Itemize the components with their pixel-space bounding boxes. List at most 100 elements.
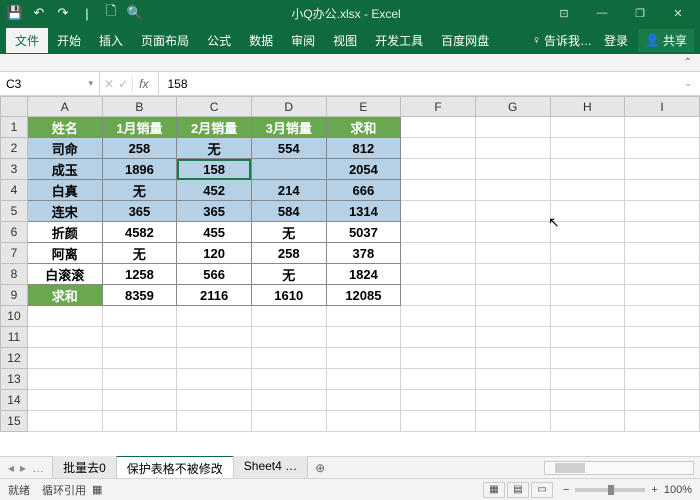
cell[interactable]: 378 <box>326 243 401 264</box>
worksheet-grid[interactable]: ABCDEFGHI 1姓名1月销量2月销量3月销量求和2司命258无554812… <box>0 96 700 456</box>
cell[interactable] <box>625 348 700 369</box>
tell-me-button[interactable]: ♀ 告诉我… <box>526 30 598 51</box>
tab-view[interactable]: 视图 <box>324 28 366 53</box>
cell[interactable] <box>625 138 700 159</box>
cell[interactable]: 1824 <box>326 264 401 285</box>
row-header[interactable]: 10 <box>1 306 28 327</box>
fx-icon[interactable]: fx <box>132 77 154 91</box>
cell[interactable] <box>625 285 700 306</box>
formula-input[interactable]: 158 ⌄ <box>158 72 700 95</box>
cell[interactable]: 120 <box>177 243 252 264</box>
row-header[interactable]: 2 <box>1 138 28 159</box>
cell[interactable] <box>401 411 476 432</box>
zoom-slider[interactable] <box>575 488 645 492</box>
view-pagelayout-icon[interactable]: ▤ <box>507 482 529 498</box>
row-header[interactable]: 5 <box>1 201 28 222</box>
cell[interactable]: 阿离 <box>27 243 102 264</box>
signin-button[interactable]: 登录 <box>598 30 634 51</box>
cell[interactable]: 365 <box>102 201 177 222</box>
cell[interactable] <box>550 138 625 159</box>
cell[interactable]: 白真 <box>27 180 102 201</box>
cell[interactable] <box>625 390 700 411</box>
cell[interactable] <box>27 327 102 348</box>
row-header[interactable]: 14 <box>1 390 28 411</box>
cell[interactable] <box>401 327 476 348</box>
sheet-prev-icon[interactable]: ◂ <box>8 461 14 475</box>
column-header[interactable]: F <box>401 97 476 117</box>
cell[interactable] <box>475 390 550 411</box>
cell[interactable] <box>326 390 401 411</box>
cell[interactable] <box>27 411 102 432</box>
cell[interactable]: 求和 <box>326 117 401 138</box>
tab-dev[interactable]: 开发工具 <box>366 28 432 53</box>
cell[interactable]: 1月销量 <box>102 117 177 138</box>
cell[interactable] <box>625 411 700 432</box>
cell[interactable] <box>550 264 625 285</box>
cell[interactable]: 无 <box>102 180 177 201</box>
cell[interactable] <box>625 369 700 390</box>
zoom-knob[interactable] <box>608 485 614 495</box>
cell[interactable] <box>401 243 476 264</box>
view-pagebreak-icon[interactable]: ▭ <box>531 482 553 498</box>
row-header[interactable]: 7 <box>1 243 28 264</box>
cell[interactable] <box>475 411 550 432</box>
cell[interactable]: 8359 <box>102 285 177 306</box>
cell[interactable]: 452 <box>177 180 252 201</box>
cell[interactable] <box>177 411 252 432</box>
cell[interactable] <box>27 390 102 411</box>
cell[interactable] <box>550 327 625 348</box>
confirm-icon[interactable]: ✓ <box>118 77 128 91</box>
tab-file[interactable]: 文件 <box>6 28 48 53</box>
cell[interactable]: 无 <box>251 264 326 285</box>
restore-icon[interactable]: ❐ <box>622 2 658 24</box>
tab-data[interactable]: 数据 <box>240 28 282 53</box>
cell[interactable] <box>550 222 625 243</box>
cell[interactable] <box>625 327 700 348</box>
cell[interactable]: 连宋 <box>27 201 102 222</box>
select-all-corner[interactable] <box>1 97 28 117</box>
horizontal-scrollbar[interactable] <box>544 461 694 475</box>
cell[interactable] <box>251 159 326 180</box>
cell[interactable] <box>625 243 700 264</box>
cell[interactable] <box>550 117 625 138</box>
cell[interactable]: 158 <box>177 159 252 180</box>
cell[interactable]: 2054 <box>326 159 401 180</box>
cell[interactable] <box>401 390 476 411</box>
sheet-tab[interactable]: 批量去0 <box>52 455 117 480</box>
cell[interactable] <box>475 180 550 201</box>
cell[interactable]: 812 <box>326 138 401 159</box>
cell[interactable] <box>475 264 550 285</box>
cell[interactable] <box>401 306 476 327</box>
row-header[interactable]: 12 <box>1 348 28 369</box>
cell[interactable] <box>550 411 625 432</box>
cell[interactable] <box>177 306 252 327</box>
row-header[interactable]: 8 <box>1 264 28 285</box>
cell[interactable] <box>475 201 550 222</box>
new-file-icon[interactable]: 🗋 <box>100 2 122 24</box>
cell[interactable]: 5037 <box>326 222 401 243</box>
cell[interactable] <box>326 369 401 390</box>
cell[interactable] <box>401 201 476 222</box>
cell[interactable] <box>475 306 550 327</box>
cell[interactable] <box>401 159 476 180</box>
cell[interactable] <box>177 327 252 348</box>
column-header[interactable]: D <box>251 97 326 117</box>
cell[interactable]: 258 <box>102 138 177 159</box>
row-header[interactable]: 11 <box>1 327 28 348</box>
column-header[interactable]: E <box>326 97 401 117</box>
column-header[interactable]: C <box>177 97 252 117</box>
view-normal-icon[interactable]: ▦ <box>483 482 505 498</box>
scrollbar-thumb[interactable] <box>555 463 585 473</box>
cell[interactable] <box>550 180 625 201</box>
redo-icon[interactable]: ↷ <box>52 2 74 24</box>
sheet-tab[interactable]: 保护表格不被修改 <box>116 455 234 480</box>
cell[interactable] <box>625 264 700 285</box>
tab-insert[interactable]: 插入 <box>90 28 132 53</box>
cell[interactable] <box>475 138 550 159</box>
cell[interactable]: 白滚滚 <box>27 264 102 285</box>
expand-formula-icon[interactable]: ⌄ <box>684 78 692 89</box>
cell[interactable] <box>401 138 476 159</box>
column-header[interactable]: B <box>102 97 177 117</box>
cell[interactable] <box>475 222 550 243</box>
cell[interactable] <box>475 243 550 264</box>
